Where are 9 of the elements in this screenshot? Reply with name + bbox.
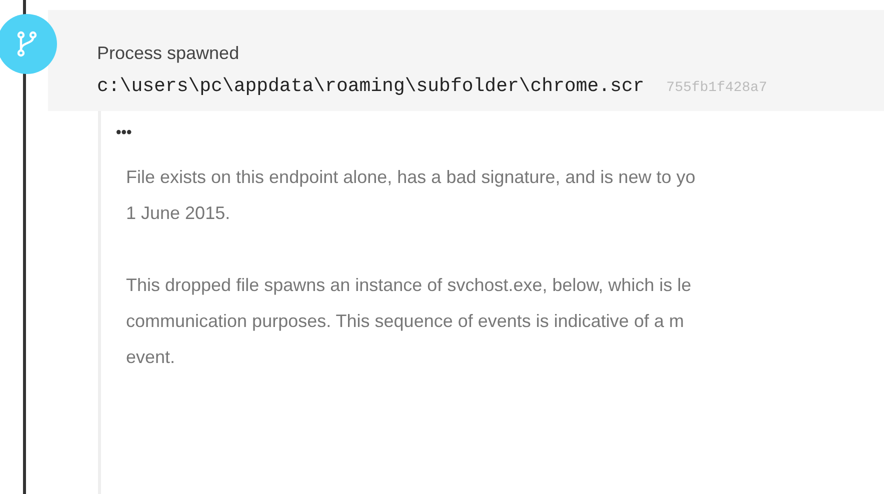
more-button[interactable]: ••• xyxy=(116,123,884,143)
file-path: c:\users\pc\appdata\roaming\subfolder\chrome.scr xyxy=(97,74,644,99)
event-title: Process spawned xyxy=(97,42,240,64)
file-hash: 755fb1f428a7 xyxy=(666,79,768,98)
description-line: 1 June 2015. xyxy=(126,202,232,225)
description-line: event. xyxy=(126,346,176,369)
description-line: This dropped file spawns an instance of svchost.exe, below, which is le xyxy=(126,274,692,297)
description-line: File exists on this endpoint alone, has a bad signature, and is new to yo xyxy=(126,166,696,189)
description-line: communication purposes. This sequence of events is indicative of a m xyxy=(126,310,685,333)
